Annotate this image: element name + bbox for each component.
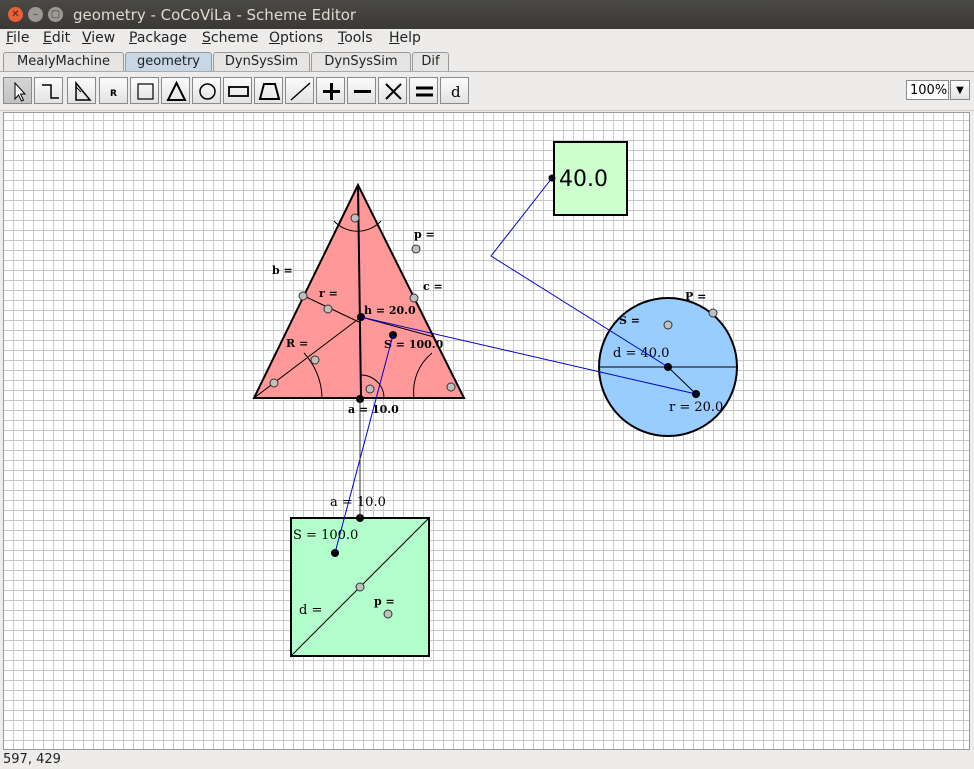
output-value: 40.0 bbox=[559, 167, 608, 192]
right-triangle-icon[interactable] bbox=[67, 77, 96, 104]
triangle-port[interactable] bbox=[310, 355, 320, 365]
triangle-port[interactable] bbox=[411, 244, 421, 254]
status-coordinates: 597, 429 bbox=[0, 750, 974, 769]
triangle-port[interactable] bbox=[298, 291, 308, 301]
circle-port[interactable] bbox=[663, 320, 673, 330]
triangle-port[interactable] bbox=[446, 382, 456, 392]
tab-mealymachine[interactable]: MealyMachine bbox=[3, 52, 124, 71]
svg-text:R: R bbox=[110, 89, 117, 99]
equals-icon[interactable] bbox=[409, 77, 438, 104]
plus-icon[interactable] bbox=[316, 77, 345, 104]
toolbar: R d bbox=[0, 72, 974, 111]
menu-bar: File Edit View Package Scheme Options To… bbox=[0, 29, 974, 50]
trapezoid-icon[interactable] bbox=[254, 77, 283, 104]
menu-options[interactable]: Options bbox=[269, 30, 323, 46]
tab-dif[interactable]: Dif bbox=[412, 52, 449, 71]
square-label-a: a = 10.0 bbox=[330, 495, 386, 510]
square-label-p: p = bbox=[374, 595, 395, 608]
title-bar: ✕ – ▢ geometry - CoCoViLa - Scheme Edito… bbox=[0, 0, 974, 29]
triangle-label-r: r = bbox=[319, 287, 338, 300]
tab-dynsyssim-2[interactable]: DynSysSim bbox=[311, 52, 411, 71]
circle-label-d: d = 40.0 bbox=[613, 346, 669, 361]
select-arrow-icon[interactable] bbox=[3, 77, 32, 104]
circle-label-S: S = bbox=[619, 314, 640, 327]
triangle-label-R: R = bbox=[286, 337, 308, 350]
connector-icon[interactable] bbox=[34, 77, 63, 104]
d-icon[interactable]: d bbox=[440, 77, 469, 104]
svg-text:d: d bbox=[451, 83, 461, 101]
multiply-icon[interactable] bbox=[378, 77, 407, 104]
menu-tools[interactable]: Tools bbox=[338, 30, 373, 46]
tab-dynsyssim-1[interactable]: DynSysSim bbox=[213, 52, 310, 71]
triangle-label-h: h = 20.0 bbox=[364, 304, 416, 317]
rectangle-icon[interactable] bbox=[130, 77, 159, 104]
menu-scheme[interactable]: Scheme bbox=[202, 30, 258, 46]
square-port[interactable] bbox=[383, 609, 393, 619]
triangle-port[interactable] bbox=[350, 213, 360, 223]
scheme-tabs: MealyMachine geometry DynSysSim DynSysSi… bbox=[0, 50, 974, 72]
menu-edit[interactable]: Edit bbox=[43, 30, 70, 46]
circle-icon[interactable] bbox=[192, 77, 221, 104]
triangle-port[interactable] bbox=[269, 378, 279, 388]
menu-help[interactable]: Help bbox=[389, 30, 421, 46]
triangle-label-b: b = bbox=[272, 264, 293, 277]
circle-label-P: P = bbox=[685, 290, 706, 303]
square-label-S: S = 100.0 bbox=[293, 528, 358, 543]
triangle-port[interactable] bbox=[323, 304, 333, 314]
maximize-window-button[interactable]: ▢ bbox=[48, 7, 63, 22]
menu-file[interactable]: File bbox=[6, 30, 29, 46]
square-label-d: d = bbox=[299, 603, 322, 618]
menu-view[interactable]: View bbox=[82, 30, 115, 46]
triangle-label-p: p = bbox=[414, 228, 435, 241]
window-title: geometry - CoCoViLa - Scheme Editor bbox=[73, 6, 357, 24]
zoom-level-field[interactable]: 100% bbox=[906, 80, 949, 100]
line-icon[interactable] bbox=[285, 77, 314, 104]
r-icon[interactable]: R bbox=[99, 77, 128, 104]
triangle-label-S: S = 100.0 bbox=[384, 338, 444, 351]
circle-label-r: r = 20.0 bbox=[669, 400, 723, 415]
close-window-button[interactable]: ✕ bbox=[8, 7, 23, 22]
minimize-window-button[interactable]: – bbox=[28, 7, 43, 22]
triangle-icon[interactable] bbox=[161, 77, 190, 104]
scheme-canvas[interactable]: 40.0 p = b = c = r = h = 20.0 R = S = 10… bbox=[3, 112, 970, 750]
circle-port[interactable] bbox=[708, 308, 718, 318]
triangle-port[interactable] bbox=[365, 384, 375, 394]
minus-icon[interactable] bbox=[347, 77, 376, 104]
triangle-port[interactable] bbox=[409, 293, 419, 303]
wide-rectangle-icon[interactable] bbox=[223, 77, 252, 104]
zoom-dropdown-chevron-icon[interactable]: ▼ bbox=[950, 80, 970, 100]
square-port[interactable] bbox=[355, 582, 365, 592]
triangle-label-c: c = bbox=[423, 280, 443, 293]
menu-package[interactable]: Package bbox=[129, 30, 187, 46]
tab-geometry[interactable]: geometry bbox=[125, 52, 212, 71]
